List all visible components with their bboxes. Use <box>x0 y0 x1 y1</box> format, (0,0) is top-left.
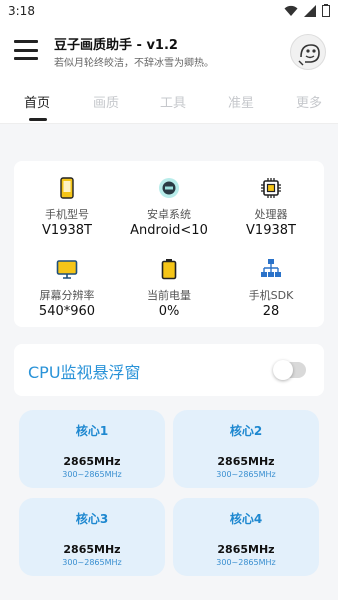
core-range: 300~2865MHz <box>62 558 122 567</box>
info-value: V1938T <box>42 223 92 238</box>
app-bar: 豆子画质助手 - v1.2 若似月轮终皎洁，不辞冰雪为卿热。 <box>0 24 338 80</box>
app-title: 豆子画质助手 - v1.2 <box>54 38 178 53</box>
android-icon <box>159 178 179 198</box>
info-value: Android<10 <box>130 223 208 238</box>
info-android-version: 安卓系统 Android<10 <box>119 177 219 240</box>
core-range: 300~2865MHz <box>216 558 276 567</box>
info-label: 屏幕分辨率 <box>39 289 95 302</box>
core-frequency: 2865MHz <box>63 543 121 556</box>
core-card-1: 核心1 2865MHz 300~2865MHz <box>19 410 165 488</box>
avatar-face-icon <box>298 44 320 66</box>
tab-home[interactable]: 首页 <box>24 92 50 111</box>
core-name: 核心4 <box>229 512 263 526</box>
info-value: 28 <box>262 304 280 319</box>
avatar[interactable] <box>290 34 326 70</box>
status-bar: 3:18 <box>0 0 338 24</box>
signal-icon <box>304 4 316 17</box>
core-card-2: 核心2 2865MHz 300~2865MHz <box>173 410 319 488</box>
status-icons <box>284 4 330 17</box>
info-label: 当前电量 <box>147 289 191 302</box>
core-card-4: 核心4 2865MHz 300~2865MHz <box>173 498 319 576</box>
cpu-float-card: CPU监视悬浮窗 <box>14 344 324 396</box>
monitor-icon <box>56 260 78 279</box>
core-range: 300~2865MHz <box>62 470 122 479</box>
tab-more[interactable]: 更多 <box>296 92 322 111</box>
network-icon <box>261 259 281 277</box>
info-processor: 处理器 V1938T <box>221 177 321 240</box>
cpu-float-toggle[interactable] <box>273 360 306 380</box>
wifi-icon <box>284 5 298 16</box>
info-sdk: 手机SDK 28 <box>221 258 321 321</box>
tab-indicator <box>29 118 47 121</box>
menu-icon[interactable] <box>14 40 38 60</box>
phone-icon <box>60 177 74 199</box>
core-card-3: 核心3 2865MHz 300~2865MHz <box>19 498 165 576</box>
tab-quality[interactable]: 画质 <box>93 92 119 111</box>
info-value: 540*960 <box>38 304 96 319</box>
core-range: 300~2865MHz <box>216 470 276 479</box>
info-value: 0% <box>158 304 180 319</box>
core-name: 核心3 <box>75 512 109 526</box>
tab-crosshair[interactable]: 准星 <box>228 92 254 111</box>
core-frequency: 2865MHz <box>217 543 275 556</box>
status-time: 3:18 <box>8 4 35 18</box>
cpu-float-label: CPU监视悬浮窗 <box>28 363 141 382</box>
info-value: V1938T <box>246 223 296 238</box>
info-label: 手机SDK <box>248 289 294 302</box>
info-label: 安卓系统 <box>147 208 191 221</box>
core-frequency: 2865MHz <box>217 455 275 468</box>
info-battery-level: 当前电量 0% <box>119 258 219 321</box>
tab-tools[interactable]: 工具 <box>160 92 186 111</box>
battery-icon <box>161 259 177 280</box>
info-phone-model: 手机型号 V1938T <box>17 177 117 240</box>
info-screen-resolution: 屏幕分辨率 540*960 <box>17 258 117 321</box>
core-frequency: 2865MHz <box>63 455 121 468</box>
info-label: 手机型号 <box>45 208 89 221</box>
tab-bar: 首页 画质 工具 准星 更多 <box>0 80 338 124</box>
app-subtitle: 若似月轮终皎洁，不辞冰雪为卿热。 <box>54 58 214 69</box>
core-name: 核心2 <box>229 424 263 438</box>
info-label: 处理器 <box>254 208 288 221</box>
toggle-knob <box>273 360 293 380</box>
battery-status-icon <box>322 4 330 17</box>
core-name: 核心1 <box>75 424 109 438</box>
cpu-icon <box>261 178 281 198</box>
device-info-card: 手机型号 V1938T 安卓系统 Android<10 处理器 V1938T 屏… <box>14 161 324 327</box>
